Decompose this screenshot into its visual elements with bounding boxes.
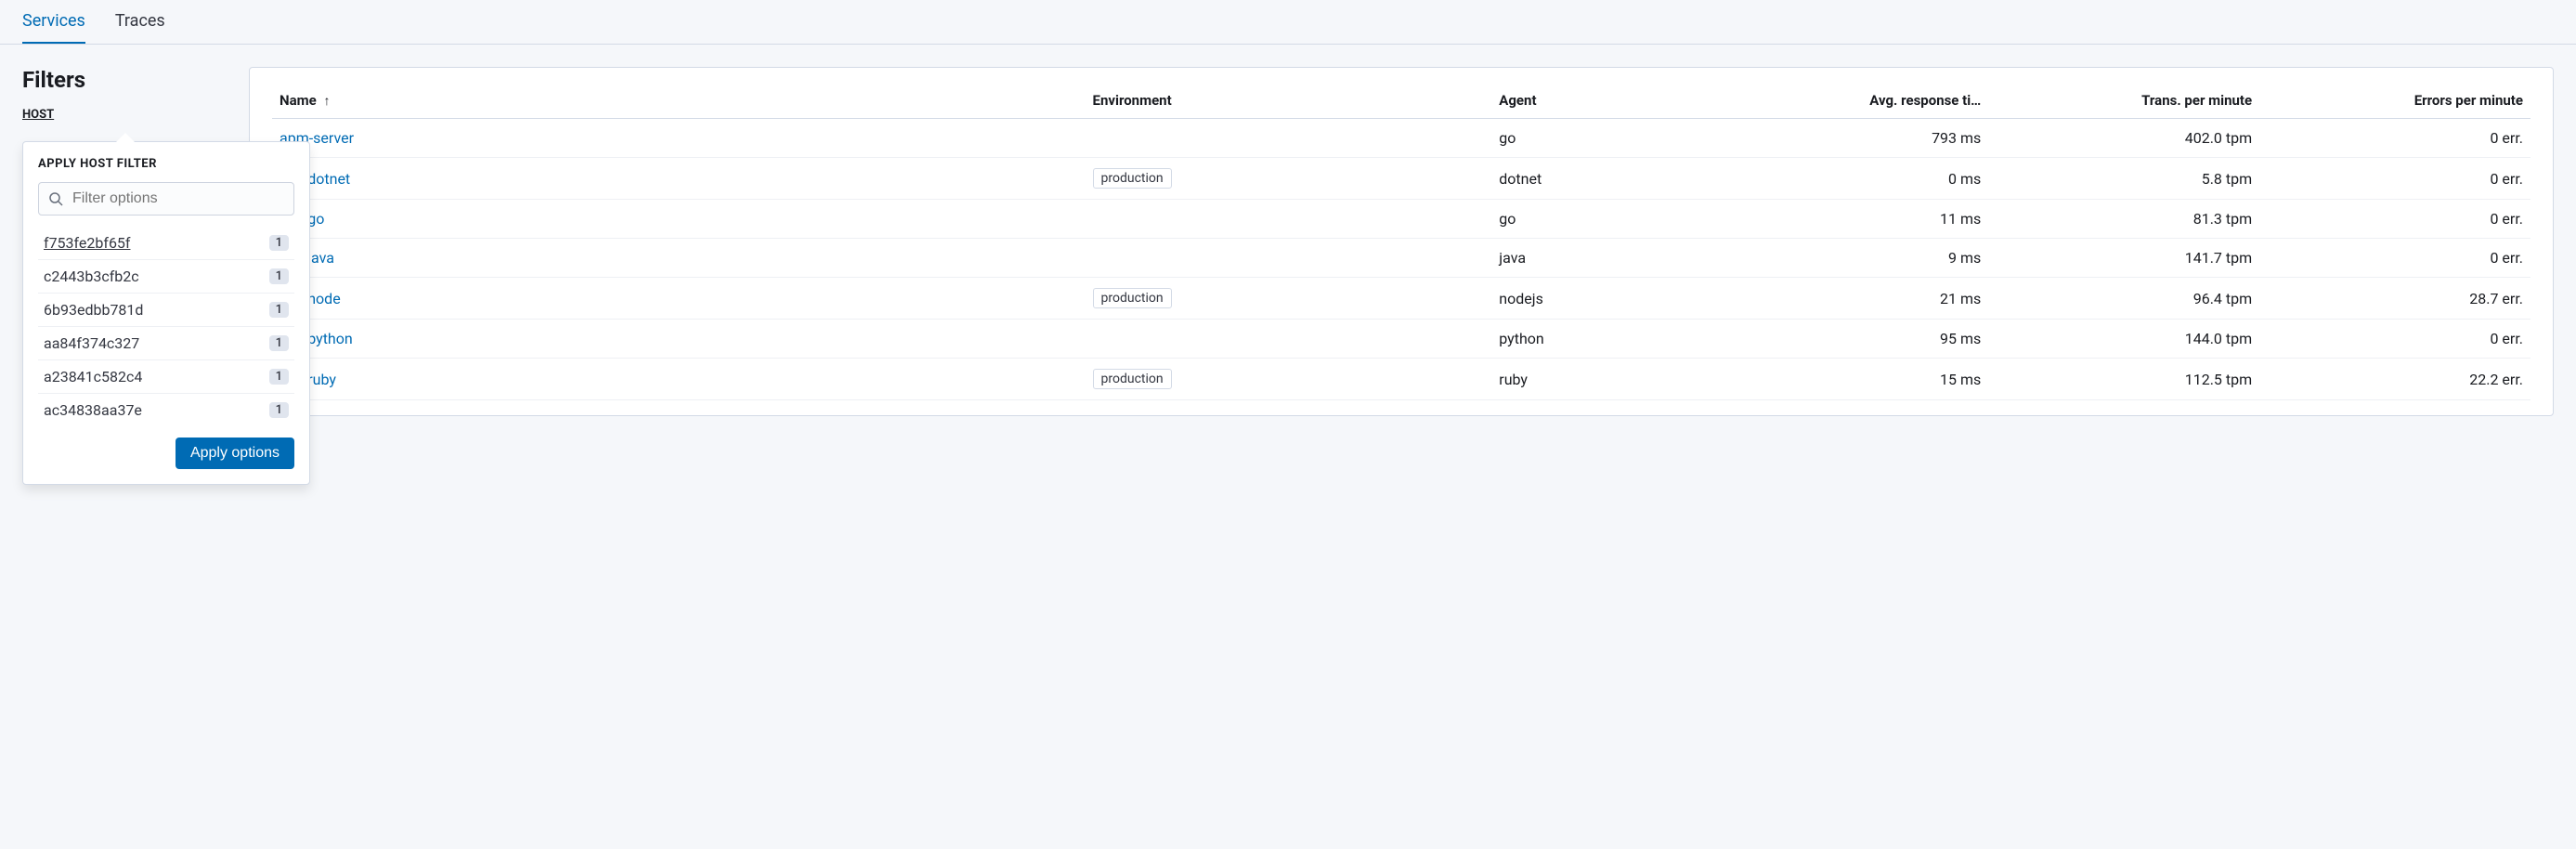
table-row: ans-javajava9 ms141.7 tpm0 err. [272,239,2530,278]
cell-agent: java [1491,239,1717,278]
cell-tpm: 144.0 tpm [1988,320,2259,359]
filter-option[interactable]: 6b93edbb781d 1 [38,294,294,327]
cell-response-time: 0 ms [1717,158,1988,200]
filter-option[interactable]: a23841c582c4 1 [38,360,294,394]
filter-option-label: f753fe2bf65f [44,234,130,252]
cell-agent: go [1491,200,1717,239]
filter-option-count: 1 [269,235,289,251]
popover-title: APPLY HOST FILTER [38,157,294,171]
filters-sidebar: Filters HOST APPLY HOST FILTER f753fe2bf… [22,67,227,122]
apply-options-button[interactable]: Apply options [176,438,294,469]
table-row: ans-nodeproductionnodejs21 ms96.4 tpm28.… [272,278,2530,320]
tabs-bar: Services Traces [0,0,2576,45]
table-row: ans-pythonpython95 ms144.0 tpm0 err. [272,320,2530,359]
table-row: ans-gogo11 ms81.3 tpm0 err. [272,200,2530,239]
cell-errors: 0 err. [2259,119,2530,158]
cell-response-time: 21 ms [1717,278,1988,320]
cell-errors: 28.7 err. [2259,278,2530,320]
cell-response-time: 9 ms [1717,239,1988,278]
cell-tpm: 81.3 tpm [1988,200,2259,239]
tab-traces[interactable]: Traces [115,0,165,44]
filter-option-label: ac34838aa37e [44,401,142,419]
filter-options-input[interactable] [72,190,284,207]
filter-option-count: 1 [269,335,289,351]
filters-heading: Filters [22,67,227,93]
filter-options-list: f753fe2bf65f 1 c2443b3cfb2c 1 6b93edbb78… [38,227,294,426]
cell-response-time: 95 ms [1717,320,1988,359]
cell-tpm: 96.4 tpm [1988,278,2259,320]
environment-badge: production [1093,288,1172,308]
cell-agent: ruby [1491,359,1717,400]
host-filter-popover: APPLY HOST FILTER f753fe2bf65f 1 c2443b3… [22,141,310,485]
filter-option[interactable]: c2443b3cfb2c 1 [38,260,294,294]
cell-response-time: 15 ms [1717,359,1988,400]
cell-tpm: 402.0 tpm [1988,119,2259,158]
services-panel: Name ↑ Environment Agent Avg. response t… [249,67,2554,416]
filter-option-label: a23841c582c4 [44,368,142,385]
col-header-name-label: Name [280,92,317,109]
filter-host-toggle[interactable]: HOST [22,108,227,122]
services-table: Name ↑ Environment Agent Avg. response t… [272,83,2530,400]
cell-tpm: 141.7 tpm [1988,239,2259,278]
tab-services[interactable]: Services [22,0,85,44]
cell-response-time: 11 ms [1717,200,1988,239]
filter-option-count: 1 [269,369,289,385]
environment-badge: production [1093,369,1172,389]
cell-errors: 0 err. [2259,239,2530,278]
cell-environment: production [1086,359,1492,400]
col-header-agent[interactable]: Agent [1491,83,1717,119]
col-header-tpm[interactable]: Trans. per minute [1988,83,2259,119]
cell-errors: 0 err. [2259,158,2530,200]
filter-option-count: 1 [269,268,289,284]
environment-badge: production [1093,168,1172,189]
cell-response-time: 793 ms [1717,119,1988,158]
filter-option-label: 6b93edbb781d [44,301,143,319]
cell-environment [1086,119,1492,158]
cell-environment [1086,320,1492,359]
cell-tpm: 5.8 tpm [1988,158,2259,200]
cell-environment [1086,200,1492,239]
cell-agent: dotnet [1491,158,1717,200]
col-header-errors[interactable]: Errors per minute [2259,83,2530,119]
cell-errors: 0 err. [2259,320,2530,359]
cell-tpm: 112.5 tpm [1988,359,2259,400]
cell-errors: 0 err. [2259,200,2530,239]
table-row: apm-servergo793 ms402.0 tpm0 err. [272,119,2530,158]
col-header-response-time[interactable]: Avg. response ti… [1717,83,1988,119]
sort-asc-icon: ↑ [323,93,330,109]
table-row: ans-rubyproductionruby15 ms112.5 tpm22.2… [272,359,2530,400]
cell-agent: nodejs [1491,278,1717,320]
table-row: ans-dotnetproductiondotnet0 ms5.8 tpm0 e… [272,158,2530,200]
search-icon [48,191,63,206]
cell-environment [1086,239,1492,278]
cell-environment: production [1086,158,1492,200]
cell-agent: go [1491,119,1717,158]
col-header-name[interactable]: Name ↑ [272,83,1086,119]
filter-option[interactable]: aa84f374c327 1 [38,327,294,360]
filter-input-wrap [38,182,294,216]
filter-option[interactable]: f753fe2bf65f 1 [38,227,294,260]
filter-option-label: aa84f374c327 [44,334,139,352]
filter-option-count: 1 [269,302,289,318]
filter-option-label: c2443b3cfb2c [44,268,139,285]
filter-option[interactable]: ac34838aa37e 1 [38,394,294,426]
cell-errors: 22.2 err. [2259,359,2530,400]
cell-agent: python [1491,320,1717,359]
cell-environment: production [1086,278,1492,320]
col-header-environment[interactable]: Environment [1086,83,1492,119]
filter-option-count: 1 [269,402,289,418]
